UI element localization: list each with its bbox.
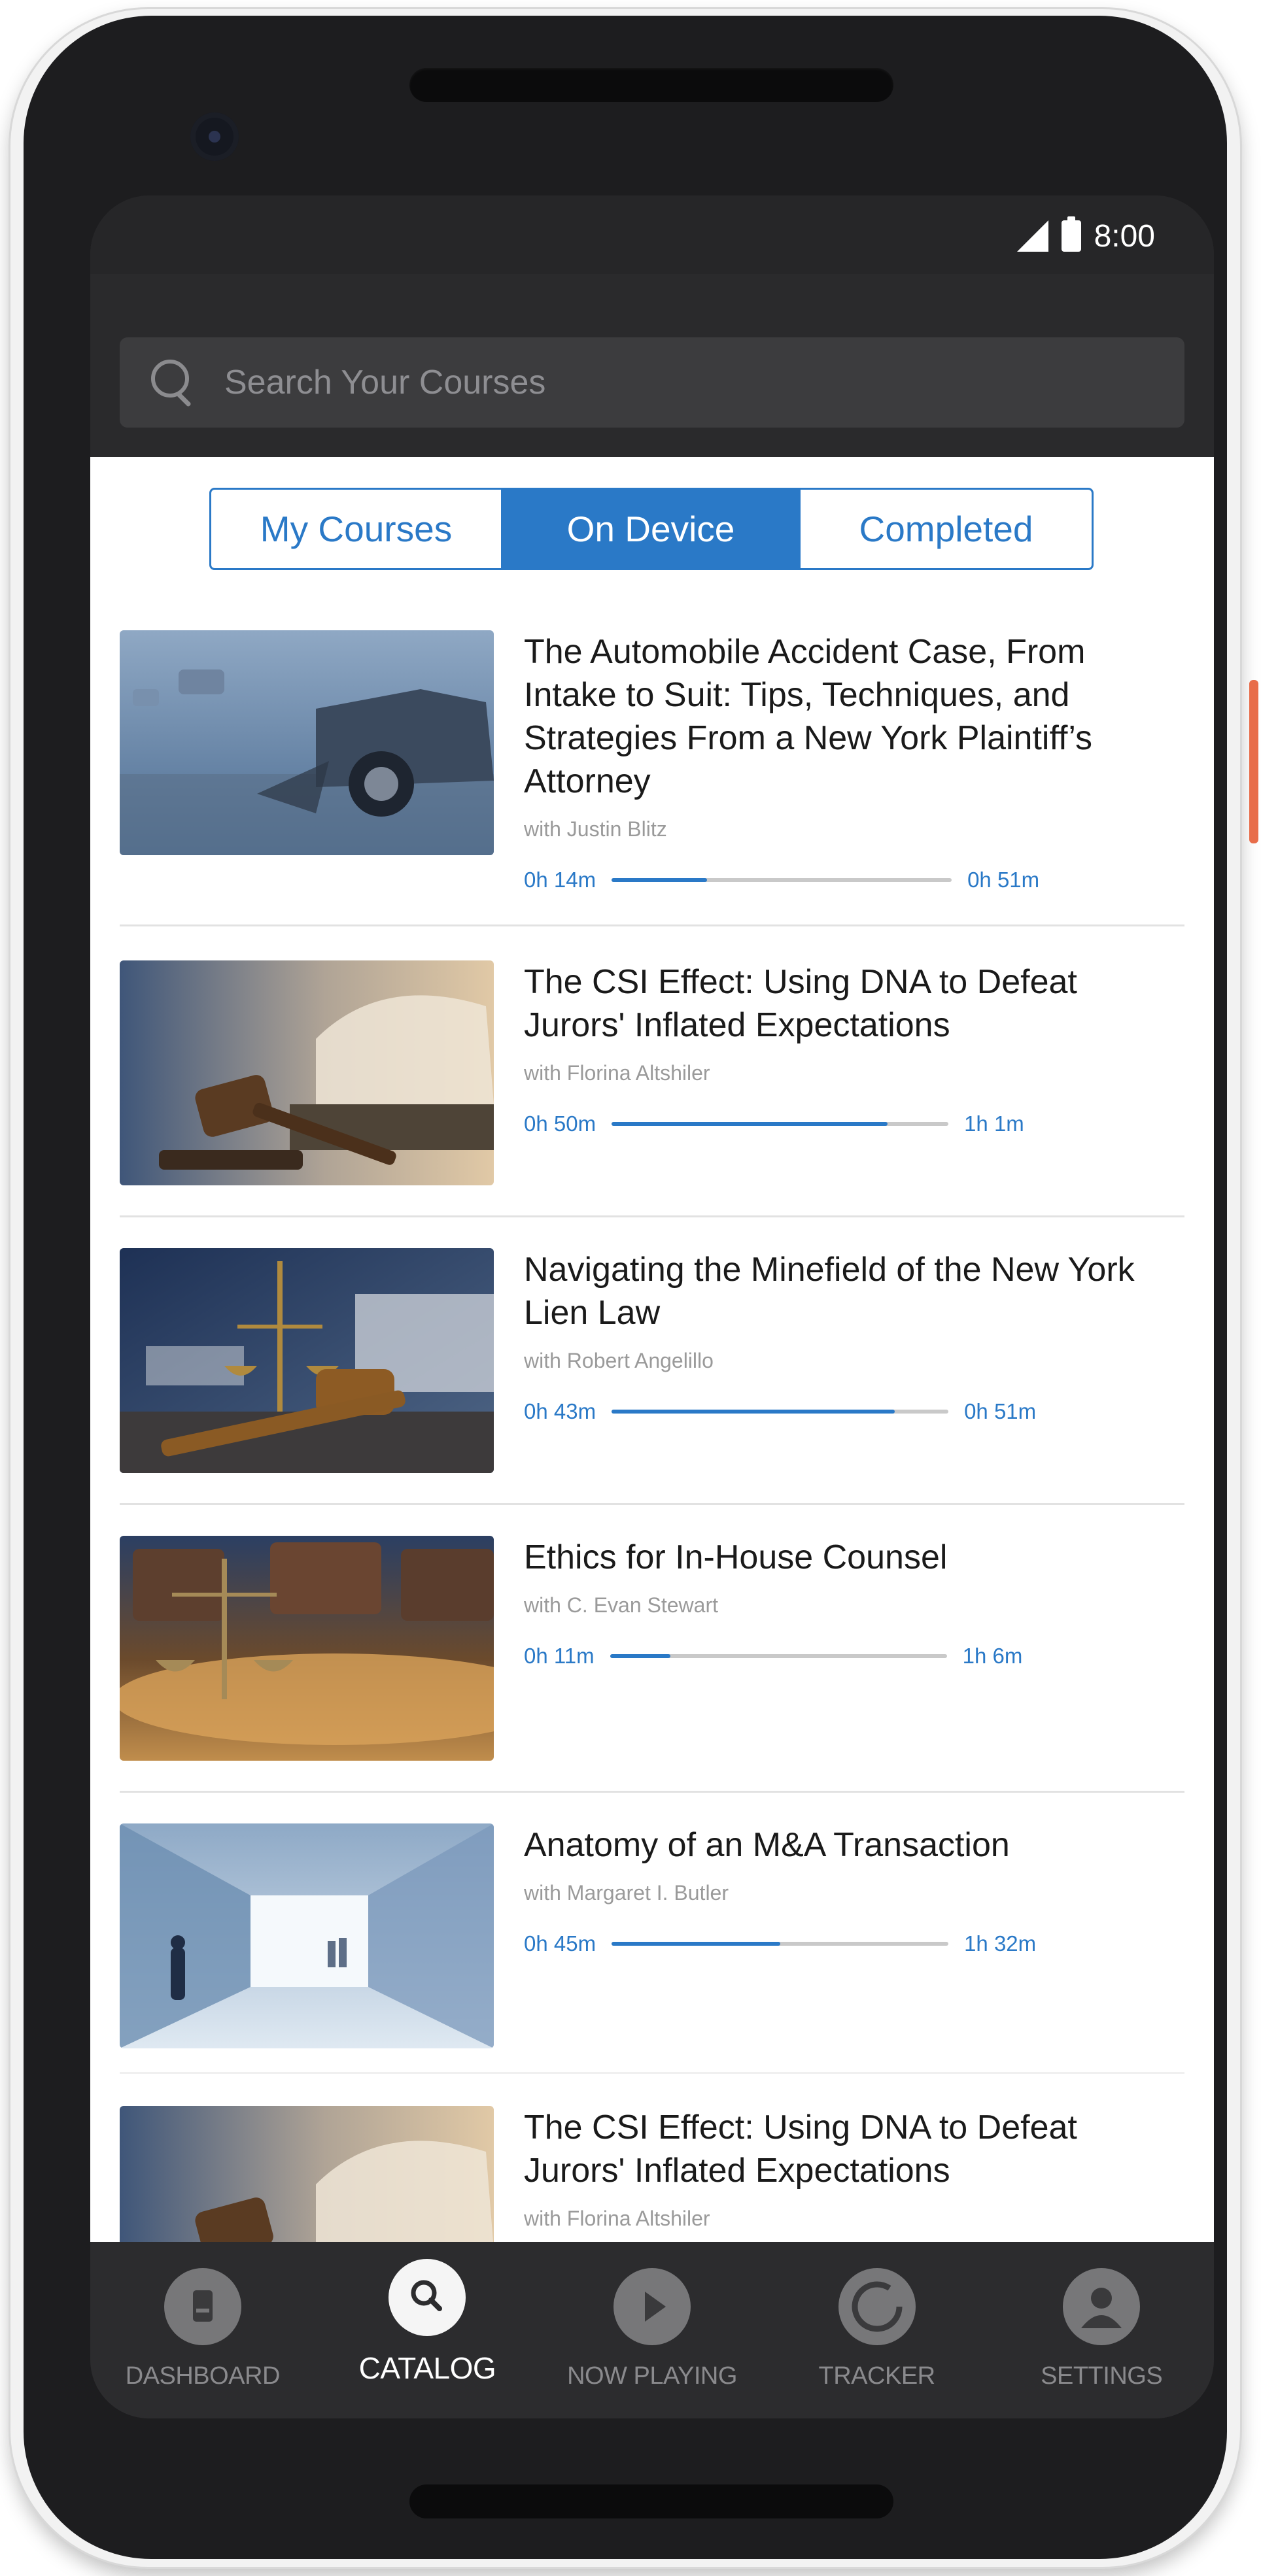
list-divider [120, 1791, 1184, 1793]
status-time: 8:00 [1094, 218, 1155, 254]
course-info: The CSI Effect: Using DNA to Defeat Juro… [524, 2106, 1184, 2231]
nav-label: TRACKER [818, 2362, 936, 2390]
nav-settings[interactable]: SETTINGS [1003, 2242, 1200, 2390]
front-camera [190, 112, 239, 161]
progress-fill [612, 1410, 895, 1414]
progress-total: 1h 6m [962, 1644, 1023, 1668]
progress-total: 1h 1m [964, 1111, 1024, 1136]
list-divider [120, 1215, 1184, 1217]
progress-fill [612, 1942, 780, 1946]
speaker-grille-top [409, 68, 893, 102]
progress-fill [612, 878, 707, 882]
status-bar: 8:00 [90, 195, 1214, 274]
course-title: Navigating the Minefield of the New York… [524, 1251, 1135, 1332]
nav-label: SETTINGS [1041, 2362, 1163, 2390]
course-progress: 0h 14m 0h 51m [524, 868, 1184, 892]
course-title: Ethics for In-House Counsel [524, 1538, 948, 1576]
course-filter-tabs: My Courses On Device Completed [209, 488, 1094, 570]
play-icon [613, 2268, 691, 2345]
course-title: The CSI Effect: Using DNA to Defeat Juro… [524, 2109, 1077, 2190]
course-title: Anatomy of an M&A Transaction [524, 1826, 1010, 1864]
progress-bar [612, 1122, 949, 1126]
progress-fill [612, 1122, 888, 1126]
course-thumbnail [120, 1536, 494, 1761]
course-progress: 0h 43m 0h 51m [524, 1399, 1184, 1424]
progress-elapsed: 0h 14m [524, 868, 596, 892]
course-progress: 0h 45m 1h 32m [524, 1931, 1184, 1956]
camera-lens [209, 131, 220, 143]
progress-total: 0h 51m [967, 868, 1040, 892]
nav-label: DASHBOARD [125, 2362, 281, 2390]
course-thumbnail [120, 960, 494, 1185]
list-divider [120, 1503, 1184, 1505]
phone-frame: 8:00 My Courses On Device Completed [10, 9, 1240, 2567]
nav-dashboard[interactable]: DASHBOARD [105, 2242, 301, 2390]
course-author: with Florina Altshiler [524, 1061, 710, 1085]
tracker-icon [838, 2268, 916, 2345]
course-content: My Courses On Device Completed The Autom… [90, 457, 1214, 2242]
list-divider [120, 2072, 1184, 2074]
progress-elapsed: 0h 43m [524, 1399, 596, 1423]
course-thumbnail [120, 1823, 494, 2048]
course-info: Anatomy of an M&A Transaction with Marga… [524, 1823, 1184, 1956]
signal-icon [1016, 220, 1048, 252]
progress-total: 0h 51m [964, 1399, 1037, 1423]
search-icon-ring [151, 360, 189, 398]
course-title: The Automobile Accident Case, From Intak… [524, 633, 1092, 800]
course-progress: 0h 50m 1h 1m [524, 1111, 1184, 1136]
nav-label: NOW PLAYING [567, 2362, 737, 2390]
screen: 8:00 My Courses On Device Completed [90, 195, 1214, 2418]
tab-completed[interactable]: Completed [799, 490, 1092, 568]
search-icon-handle [175, 391, 192, 407]
bottom-navigation: DASHBOARD CATALOG NOW PLAYING TRACKER SE… [90, 2242, 1214, 2418]
power-button[interactable] [1249, 680, 1258, 843]
progress-elapsed: 0h 45m [524, 1931, 596, 1956]
progress-bar [612, 1410, 949, 1414]
course-info: The Automobile Accident Case, From Intak… [524, 630, 1184, 892]
nav-label: CATALOG [358, 2351, 496, 2385]
status-icons: 8:00 [1016, 216, 1155, 256]
course-author: with Justin Blitz [524, 817, 667, 841]
course-author: with C. Evan Stewart [524, 1593, 718, 1617]
course-author: with Margaret I. Butler [524, 1881, 729, 1905]
phone-body: 8:00 My Courses On Device Completed [24, 16, 1227, 2559]
dashboard-icon [164, 2268, 241, 2345]
tab-my-courses[interactable]: My Courses [211, 490, 503, 568]
search-bar[interactable] [120, 337, 1184, 428]
course-info: The CSI Effect: Using DNA to Defeat Juro… [524, 960, 1184, 1136]
progress-bar [612, 878, 952, 882]
course-info: Ethics for In-House Counsel with C. Evan… [524, 1536, 1184, 1669]
search-icon [389, 2259, 466, 2336]
course-thumbnail [120, 630, 494, 855]
battery-icon [1061, 216, 1081, 252]
progress-bar [612, 1942, 949, 1946]
course-thumbnail [120, 2106, 494, 2242]
course-author: with Florina Altshiler [524, 2207, 710, 2230]
progress-elapsed: 0h 50m [524, 1111, 596, 1136]
course-author: with Robert Angelillo [524, 1349, 714, 1372]
user-icon [1063, 2268, 1141, 2345]
course-thumbnail [120, 1248, 494, 1473]
list-divider [120, 924, 1184, 926]
nav-tracker[interactable]: TRACKER [779, 2242, 975, 2390]
search-icon [151, 360, 197, 407]
course-title: The CSI Effect: Using DNA to Defeat Juro… [524, 963, 1077, 1044]
progress-bar [610, 1654, 947, 1658]
progress-elapsed: 0h 11m [524, 1644, 595, 1668]
nav-now-playing[interactable]: NOW PLAYING [554, 2242, 750, 2390]
tab-on-device[interactable]: On Device [503, 490, 799, 568]
nav-catalog[interactable]: CATALOG [329, 2242, 525, 2386]
search-input[interactable] [224, 356, 1140, 409]
course-info: Navigating the Minefield of the New York… [524, 1248, 1184, 1424]
speaker-grille-bottom [409, 2484, 893, 2518]
progress-total: 1h 32m [964, 1931, 1037, 1956]
course-progress: 0h 11m 1h 6m [524, 1644, 1184, 1669]
progress-fill [610, 1654, 671, 1658]
